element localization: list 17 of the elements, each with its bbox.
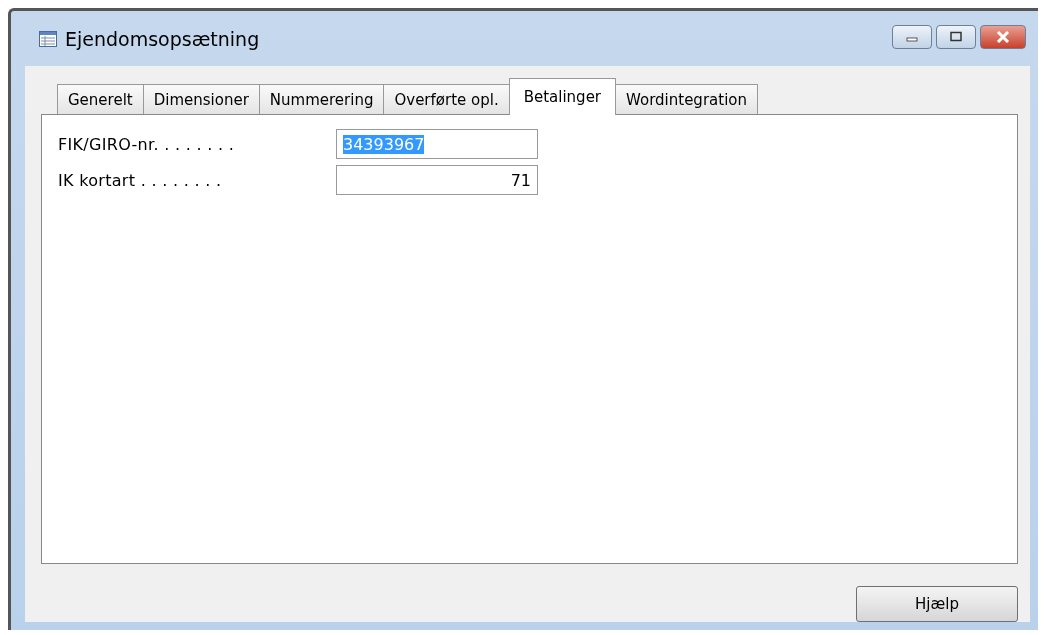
- close-icon: [995, 30, 1011, 43]
- maximize-button[interactable]: [936, 24, 976, 49]
- minimize-button[interactable]: [892, 24, 932, 49]
- tab[interactable]: Wordintegration: [615, 84, 758, 114]
- table-icon: [39, 30, 57, 47]
- tab[interactable]: Generelt: [57, 84, 144, 114]
- field-label: IK kortart . . . . . . . .: [58, 170, 223, 190]
- tab[interactable]: Dimensioner: [142, 84, 260, 114]
- help-button[interactable]: Hjælp: [856, 586, 1018, 622]
- tab[interactable]: Overførte opl.: [383, 84, 510, 114]
- tab[interactable]: Nummerering: [258, 84, 385, 114]
- close-button[interactable]: [980, 24, 1026, 49]
- window-title: Ejendomsopsætning: [65, 27, 260, 50]
- field-label: FIK/GIRO-nr. . . . . . . .: [58, 134, 236, 154]
- maximize-icon: [949, 30, 963, 43]
- tab[interactable]: Betalinger: [508, 78, 617, 115]
- input-field[interactable]: 71: [336, 165, 538, 195]
